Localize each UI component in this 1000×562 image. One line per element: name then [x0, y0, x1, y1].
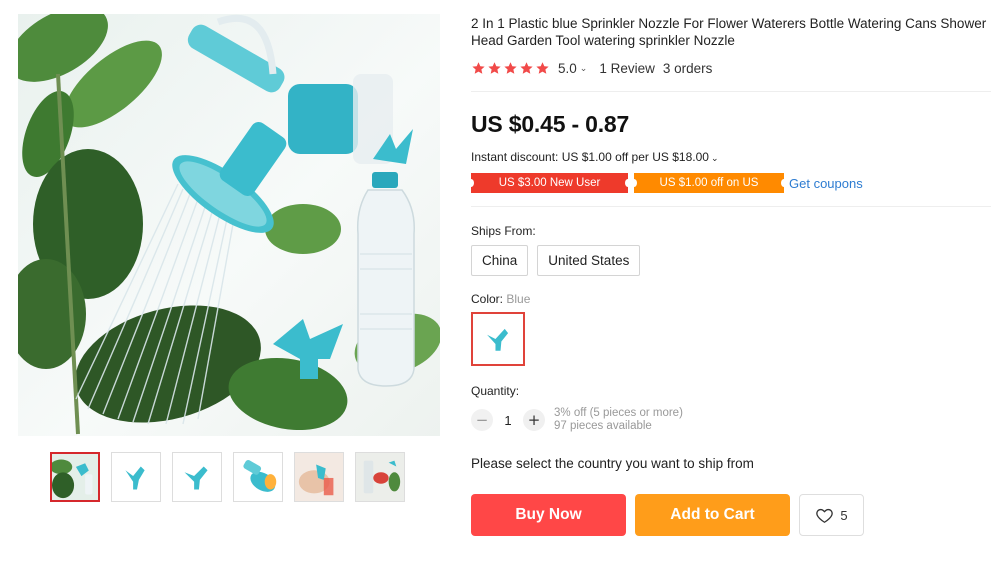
- thumbnail-image: [112, 453, 160, 501]
- action-buttons: Buy Now Add to Cart 5: [471, 494, 864, 536]
- ships-from-options: China United States: [471, 245, 649, 276]
- ship-from-united-states[interactable]: United States: [537, 245, 641, 276]
- color-label-row: Color: Blue: [471, 292, 530, 306]
- chevron-down-icon: ⌄: [710, 153, 719, 163]
- rating-score[interactable]: 5.0: [558, 61, 577, 76]
- shipping-notice: Please select the country you want to sh…: [471, 456, 754, 471]
- price-range: US $0.45 - 0.87: [471, 111, 630, 137]
- new-user-coupon[interactable]: US $3.00 New User Coupon: [468, 173, 631, 209]
- orders-count: 3 orders: [662, 60, 713, 76]
- thumbnail-5[interactable]: [294, 452, 344, 502]
- star-icon: [471, 61, 486, 76]
- thumbnail-1[interactable]: [50, 452, 100, 502]
- store-coupon[interactable]: US $1.00 off on US $18.00: [631, 173, 787, 209]
- instant-discount[interactable]: Instant discount: US $1.00 off per US $1…: [471, 150, 718, 164]
- rating-row: 5.0 ⌄ 1 Review 3 orders: [471, 60, 712, 76]
- quantity-increase-button[interactable]: +: [523, 409, 545, 431]
- ships-from-label: Ships From:: [471, 224, 536, 238]
- chevron-down-icon[interactable]: ⌄: [580, 63, 588, 74]
- ship-from-china[interactable]: China: [471, 245, 529, 276]
- star-icon: [487, 61, 502, 76]
- color-swatch-image: [487, 328, 509, 351]
- quantity-stepper: − 1 + 3% off (5 pieces or more) 97 piece…: [471, 407, 683, 433]
- quantity-value[interactable]: 1: [493, 413, 523, 428]
- coupon-row: US $3.00 New User Coupon US $1.00 off on…: [468, 173, 863, 209]
- star-icon: [503, 61, 518, 76]
- quantity-label: Quantity:: [471, 384, 520, 398]
- thumbnail-image: [234, 453, 282, 501]
- stock-available-note: 97 pieces available: [554, 420, 652, 432]
- color-option-blue[interactable]: [471, 312, 525, 366]
- thumbnail-4[interactable]: [233, 452, 283, 502]
- thumbnail-image: [295, 453, 343, 501]
- divider: [471, 206, 991, 207]
- quantity-decrease-button[interactable]: −: [471, 409, 493, 431]
- thumbnail-image: [173, 453, 221, 501]
- quantity-notes: 3% off (5 pieces or more) 97 pieces avai…: [554, 407, 683, 434]
- divider: [471, 91, 991, 92]
- star-icon: [535, 61, 550, 76]
- thumbnail-3[interactable]: [172, 452, 222, 502]
- main-product-image[interactable]: [18, 14, 440, 436]
- thumbnail-image: [356, 453, 404, 501]
- color-label: Color:: [471, 292, 504, 306]
- wishlist-button[interactable]: 5: [799, 494, 864, 536]
- bulk-discount-note: 3% off (5 pieces or more): [554, 406, 683, 419]
- wishlist-count: 5: [840, 507, 848, 523]
- thumbnail-2[interactable]: [111, 452, 161, 502]
- buy-now-button[interactable]: Buy Now: [471, 494, 626, 536]
- reviews-link[interactable]: 1 Review: [599, 61, 655, 76]
- thumbnail-image: [52, 454, 98, 500]
- star-rating: [471, 61, 551, 76]
- product-photo: [18, 14, 440, 435]
- star-icon: [519, 61, 534, 76]
- add-to-cart-button[interactable]: Add to Cart: [635, 494, 790, 536]
- thumbnail-6[interactable]: [355, 452, 405, 502]
- instant-discount-text: Instant discount: US $1.00 off per US $1…: [471, 150, 709, 164]
- product-title: 2 In 1 Plastic blue Sprinkler Nozzle For…: [471, 16, 987, 48]
- heart-icon: [816, 508, 834, 523]
- get-coupons-link[interactable]: Get coupons: [789, 176, 863, 191]
- color-selected-value: Blue: [506, 292, 531, 306]
